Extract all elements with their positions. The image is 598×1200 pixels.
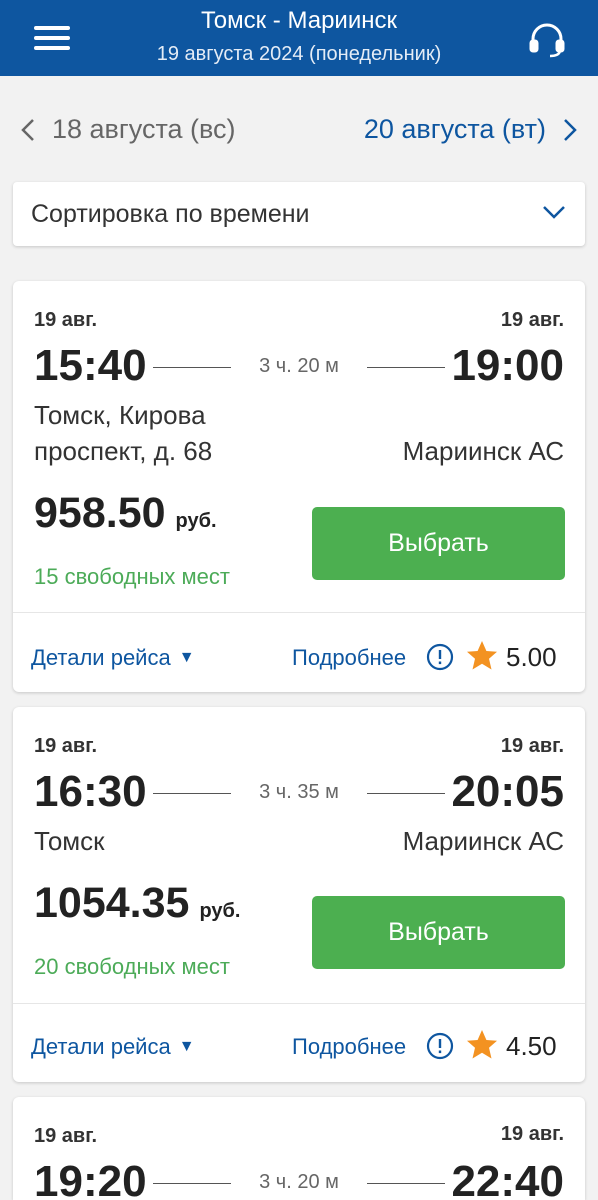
departure-station: Томск [34,826,105,856]
departure-station-line2: проспект, д. 68 [34,436,213,466]
departure-station-line1: Томск, Кирова [34,400,206,430]
departure-date: 19 авг. [34,735,98,757]
departure-date: 19 авг. [34,1125,98,1147]
next-day-label: 20 августа (вт) [363,114,546,144]
arrival-date: 19 авг. [500,1123,564,1145]
arrival-time: 22:40 [451,1157,564,1200]
arrival-date: 19 авг. [500,309,564,331]
route-title: Томск - Мариинск [201,7,397,34]
select-trip-button[interactable]: Выбрать [312,896,565,969]
sort-label: Сортировка по времени [31,200,310,228]
chevron-right-icon [564,118,577,141]
trip-card: 19 авг. 19 авг. 19:20 3 ч. 20 м 22:40 [13,1097,585,1200]
arrival-time: 20:05 [451,767,564,816]
info-icon[interactable] [426,643,454,671]
chevron-left-icon [21,118,34,141]
price-value: 1054.35 [34,879,190,927]
trip-price: 1054.35 руб. [34,879,240,928]
star-icon [467,1030,497,1059]
card-divider [13,1003,585,1004]
trip-details-toggle[interactable]: Детали рейса ▼ [31,1034,195,1060]
info-icon[interactable] [426,1032,454,1060]
trip-details-label: Детали рейса [31,645,171,670]
more-info-link[interactable]: Подробнее [292,645,406,671]
sort-dropdown[interactable]: Сортировка по времени [13,182,585,246]
arrival-station: Мариинск АС [402,826,564,856]
more-info-link[interactable]: Подробнее [292,1034,406,1060]
timeline-line [367,793,445,794]
carrier-rating: 4.50 [506,1031,557,1061]
price-currency: руб. [175,510,217,532]
card-divider [13,612,585,613]
price-value: 958.50 [34,489,166,537]
triangle-down-icon: ▼ [178,649,195,666]
day-navigation: 18 августа (вс) 20 августа (вт) [0,100,598,164]
trip-card: 19 авг. 19 авг. 15:40 3 ч. 20 м 19:00 То… [13,281,585,692]
next-day-link[interactable]: 20 августа (вт) [364,114,578,145]
trip-card: 19 авг. 19 авг. 16:30 3 ч. 35 м 20:05 То… [13,707,585,1082]
price-currency: руб. [199,900,241,922]
chevron-down-icon [543,206,565,219]
timeline-line [367,1183,445,1184]
arrival-station: Мариинск АС [402,436,564,466]
prev-day-label: 18 августа (вс) [52,114,236,144]
select-trip-button[interactable]: Выбрать [312,507,565,580]
departure-date: 19 авг. [34,309,98,331]
departure-station: Томск, Кирова проспект, д. 68 [34,397,212,469]
free-seats: 15 свободных мест [34,564,230,589]
route-date: 19 августа 2024 (понедельник) [156,43,442,65]
trip-details-label: Детали рейса [31,1034,171,1059]
prev-day-link[interactable]: 18 августа (вс) [20,114,236,145]
timeline-line [367,367,445,368]
triangle-down-icon: ▼ [178,1038,195,1055]
free-seats: 20 свободных мест [34,954,230,979]
app-header: Томск - Мариинск 19 августа 2024 (понеде… [0,0,598,76]
trip-details-toggle[interactable]: Детали рейса ▼ [31,645,195,671]
trip-price: 958.50 руб. [34,489,217,538]
arrival-date: 19 авг. [500,735,564,757]
carrier-rating: 5.00 [506,642,557,672]
headset-support-icon[interactable] [526,20,568,60]
star-icon [467,641,497,670]
arrival-time: 19:00 [451,341,564,390]
